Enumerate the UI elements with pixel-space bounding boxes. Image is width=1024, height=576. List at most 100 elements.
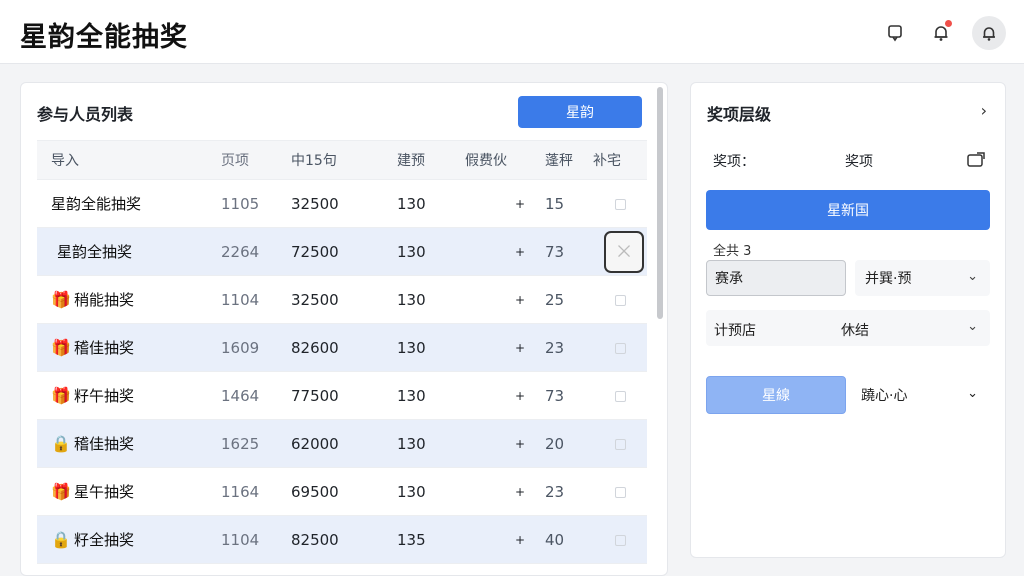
cell-c4[interactable]: +	[515, 341, 525, 355]
cell-c1: 1104	[221, 530, 260, 549]
col-header-6[interactable]: 补宅	[593, 150, 621, 170]
col-header-2[interactable]: 中15句	[291, 150, 337, 170]
table-row[interactable]: 🎁 稍能抽奖 1104 32500 130 +25	[37, 276, 647, 324]
cell-c3: 130	[397, 338, 426, 357]
main-action-button[interactable]: 星新国	[706, 190, 990, 230]
message-button[interactable]	[878, 16, 912, 50]
secondary-button[interactable]: 星線	[706, 376, 846, 414]
checkbox[interactable]	[615, 199, 626, 210]
table-header: 导入 页项 中15句 建预 假费伙 蓬秤 补宅	[37, 140, 647, 180]
table-row[interactable]: 🔒 籽全抽奖 1104 82500 135 +40	[37, 516, 647, 564]
row-name: 星午抽奖	[74, 483, 135, 501]
cell-c1: 1104	[221, 290, 260, 309]
prize-panel: 奖项层级 › 奖项： 奖项 星新国 全共 3 赛承 并巽·预 ⌄ 计预店 休结 …	[690, 82, 1006, 558]
field-label: 全共 3	[713, 244, 752, 259]
lock-icon: 🔒	[51, 530, 71, 549]
lock-icon: 🔒	[51, 434, 71, 453]
notification-button[interactable]	[924, 16, 958, 50]
row-name: 稍能抽奖	[74, 291, 135, 309]
table-row[interactable]: 🎁 稽佳抽奖 1609 82600 130 +23	[37, 324, 647, 372]
cell-c1: 1464	[221, 386, 260, 405]
cell-c1: 1609	[221, 338, 260, 357]
row-name: 籽全抽奖	[74, 531, 135, 549]
cell-name: 星韵全抽奖	[57, 241, 132, 262]
select-b-label: 计预店	[714, 323, 756, 339]
select-a-value: 并巽·预	[865, 271, 912, 287]
cell-c4[interactable]: +	[515, 485, 525, 499]
chevron-right-icon[interactable]: ›	[981, 101, 987, 120]
cell-c2: 69500	[291, 482, 339, 501]
top-header: 星韵全能抽奖	[0, 0, 1024, 64]
col-header-4[interactable]: 假费伙	[465, 150, 507, 170]
participants-panel: 参与人员列表 星韵 导入 页项 中15句 建预 假费伙 蓬秤 补宅 星韵全能抽奖…	[20, 82, 668, 576]
cell-c4[interactable]: +	[515, 533, 525, 547]
cell-c3: 135	[397, 530, 426, 549]
chevron-down-icon: ⌄	[967, 319, 978, 334]
prize-value: 奖项	[845, 154, 873, 170]
table-row[interactable]: 🎁 籽午抽奖 1464 77500 130 +73	[37, 372, 647, 420]
chevron-down-icon: ⌄	[967, 386, 978, 401]
select-a[interactable]: 并巽·预 ⌄	[855, 260, 990, 296]
checkbox[interactable]	[615, 439, 626, 450]
table-row[interactable]: 星韵全抽奖 2264 72500 130 +73 ⨉	[37, 228, 647, 276]
profile-bell-button[interactable]	[972, 16, 1006, 50]
cell-c4[interactable]: +	[515, 197, 525, 211]
bell-outline-icon	[983, 27, 995, 41]
cell-c5: 40	[545, 530, 565, 549]
cell-name: 🎁 稽佳抽奖	[51, 337, 134, 358]
checkbox[interactable]	[615, 391, 626, 402]
checkbox-checked[interactable]: ⨉	[604, 231, 644, 273]
cell-c5: 20	[545, 434, 565, 453]
inline-select[interactable]: 蹺心·心 ⌄	[861, 376, 990, 414]
cell-c2: 62000	[291, 434, 339, 453]
cell-c4[interactable]: +	[515, 437, 525, 451]
primary-action-button[interactable]: 星韵	[518, 96, 642, 128]
cell-c3: 130	[397, 482, 426, 501]
table-row[interactable]: 🔒 稽佳抽奖 1625 62000 130 +20	[37, 420, 647, 468]
cell-c5: 23	[545, 338, 565, 357]
cell-c4[interactable]: +	[515, 389, 525, 403]
table-row[interactable]: 🎁 星午抽奖 1164 69500 130 +23	[37, 468, 647, 516]
cell-name: 🎁 籽午抽奖	[51, 385, 134, 406]
cell-name: 星韵全能抽奖	[51, 193, 141, 214]
col-header-import[interactable]: 导入	[51, 150, 79, 170]
cell-c4[interactable]: +	[515, 293, 525, 307]
gift-icon: 🎁	[51, 290, 71, 309]
checkbox[interactable]	[615, 535, 626, 546]
table-row[interactable]: 星韵全能抽奖 1105 32500 130 +15	[37, 180, 647, 228]
cell-c2: 72500	[291, 242, 339, 261]
select-b-value: 休结	[841, 323, 869, 339]
notification-badge	[944, 19, 953, 28]
checkbox[interactable]	[615, 295, 626, 306]
scrollbar[interactable]	[655, 83, 665, 576]
cell-c5: 23	[545, 482, 565, 501]
cell-c3: 130	[397, 242, 426, 261]
row-name: 籽午抽奖	[74, 387, 135, 405]
prize-label: 奖项：	[713, 154, 755, 170]
row-name: 星韵全抽奖	[57, 243, 133, 261]
select-b[interactable]: 计预店 休结 ⌄	[706, 310, 990, 346]
cell-c1: 1105	[221, 194, 260, 213]
col-header-5[interactable]: 蓬秤	[545, 150, 573, 170]
checkbox[interactable]	[615, 487, 626, 498]
cell-c2: 82600	[291, 338, 339, 357]
gift-icon: 🎁	[51, 338, 71, 357]
cell-name: 🎁 稍能抽奖	[51, 289, 134, 310]
prize-panel-title: 奖项层级	[707, 105, 772, 124]
cell-c1: 2264	[221, 242, 260, 261]
cell-c5: 73	[545, 386, 565, 405]
col-header-3[interactable]: 建预	[397, 150, 425, 170]
cell-c1: 1625	[221, 434, 260, 453]
cell-c5: 73	[545, 242, 565, 261]
row-name: 星韵全能抽奖	[51, 195, 142, 213]
message-icon	[888, 25, 902, 42]
col-header-1[interactable]: 页项	[221, 150, 249, 170]
text-input[interactable]: 赛承	[706, 260, 846, 296]
cell-c2: 82500	[291, 530, 339, 549]
checkbox[interactable]	[615, 343, 626, 354]
edit-icon[interactable]	[967, 152, 985, 168]
cell-name: 🔒 稽佳抽奖	[51, 433, 134, 454]
participants-title: 参与人员列表	[37, 105, 134, 124]
scrollbar-thumb[interactable]	[657, 87, 663, 319]
cell-c4[interactable]: +	[515, 245, 525, 259]
